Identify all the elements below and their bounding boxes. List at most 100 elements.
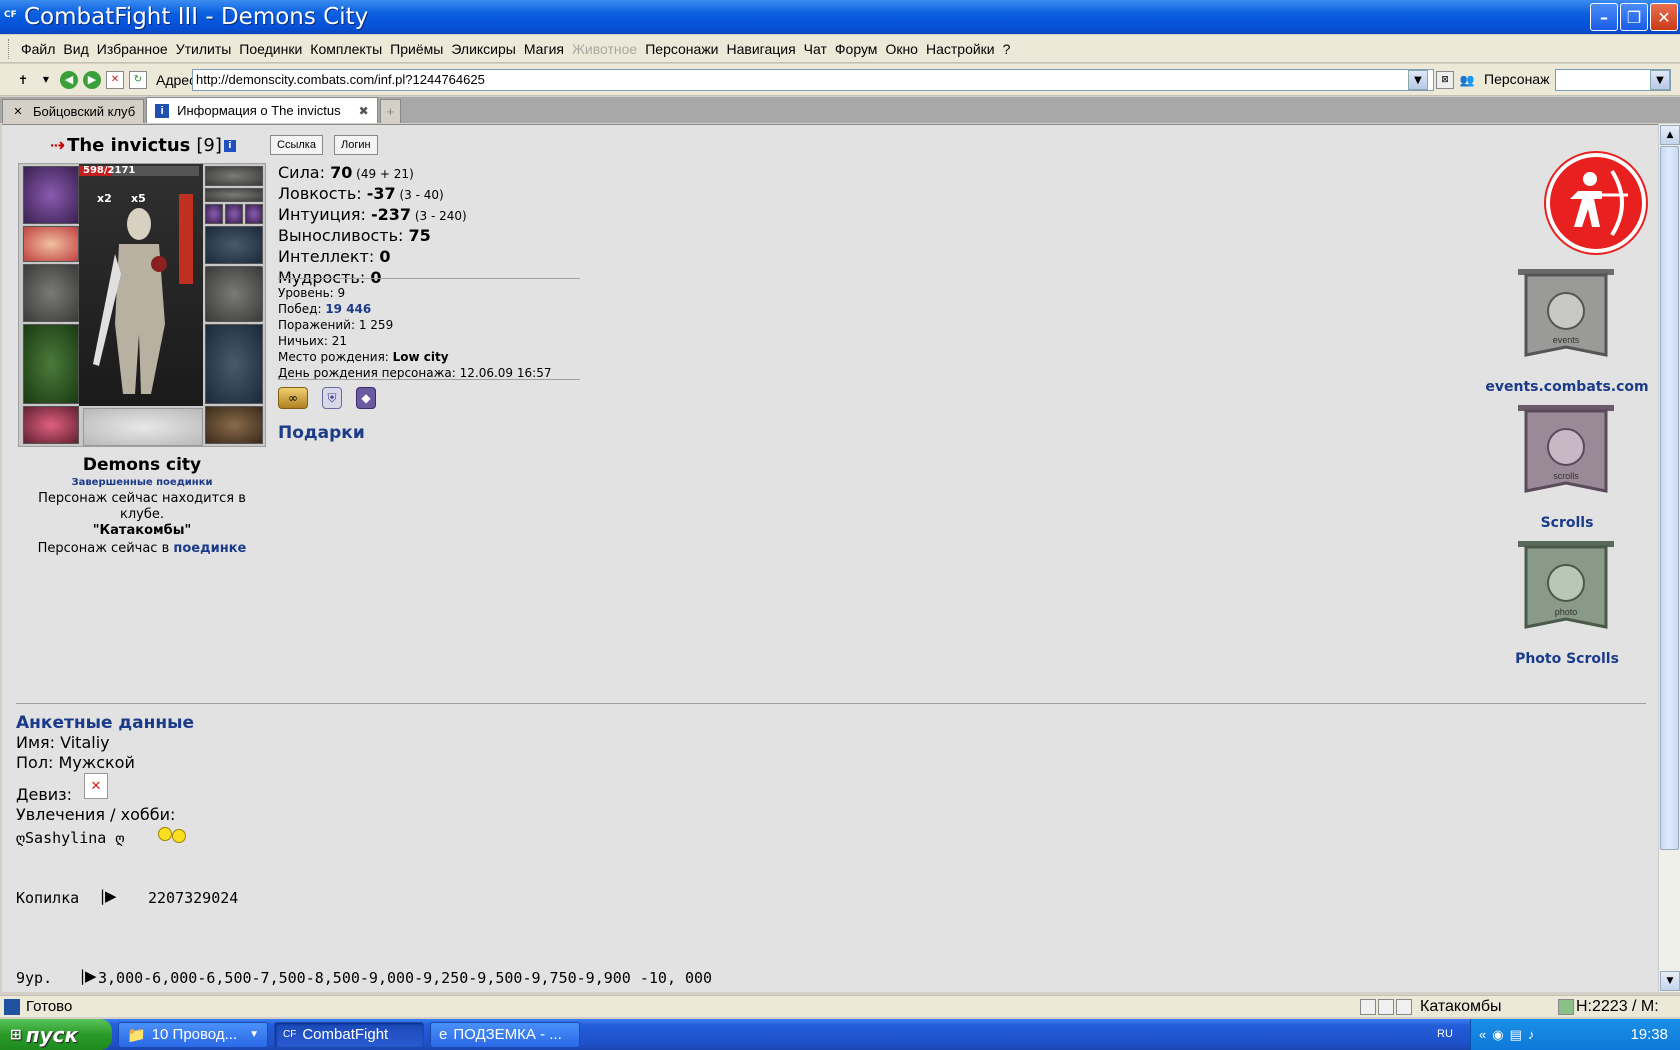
tab-close-icon[interactable]: ✖ [359,104,369,118]
shield-slot[interactable] [205,266,263,322]
menu-elixirs[interactable]: Эликсиры [447,41,520,57]
menu-characters[interactable]: Персонажи [641,41,722,57]
clan-badge-icon[interactable]: ◆ [356,387,376,409]
persona-dropdown-icon[interactable]: ▼ [1650,70,1670,90]
fight-link[interactable]: поединке [173,541,246,556]
buff-x2[interactable]: x2 [97,192,112,205]
vertical-scrollbar[interactable]: ▲ ▼ [1658,124,1680,992]
amulet-slot[interactable] [205,166,263,186]
info-label: Поражений: [278,318,359,332]
scrolls-banner[interactable]: scrolls [1516,403,1616,503]
menu-chat[interactable]: Чат [800,41,831,57]
completed-fights-link[interactable]: Завершенные поединки [18,477,266,488]
weapon-slot[interactable] [23,264,79,322]
tray-network-icon[interactable]: ▤ [1510,1027,1522,1043]
stat-label: Сила: [278,163,331,182]
menu-navigation[interactable]: Навигация [723,41,800,57]
events-link[interactable]: events.combats.com [1482,379,1652,395]
scroll-thumb[interactable] [1660,146,1679,850]
ring-slot-1[interactable] [205,204,223,224]
status-page-icon[interactable] [1378,999,1394,1015]
go-icon[interactable]: ⊠ [1436,71,1454,89]
menu-utilities[interactable]: Утилиты [172,41,236,57]
gloves-slot[interactable] [205,226,263,264]
tab-character-info[interactable]: i Информация о The invictus ✖ [146,97,378,123]
boots-slot[interactable] [205,406,263,444]
scroll-up-icon[interactable]: ▲ [1660,125,1680,145]
stop-icon[interactable]: ✕ [106,70,124,89]
status-refresh-icon[interactable] [1558,999,1574,1015]
photo-scrolls-link[interactable]: Photo Scrolls [1482,651,1652,667]
shield-badge-icon[interactable]: ⛨ [322,387,342,409]
scrolls-link[interactable]: Scrolls [1482,515,1652,531]
ring-slot-3[interactable] [245,204,263,224]
address-dropdown-icon[interactable]: ▼ [1408,70,1428,90]
profile-name: Имя: Vitaliy [16,733,110,752]
armor-slot[interactable] [23,324,79,404]
helmet-slot[interactable] [23,166,79,224]
legs-slot[interactable] [205,324,263,404]
events-banner[interactable]: events [1516,267,1616,367]
menu-window[interactable]: Окно [881,41,922,57]
maximize-button[interactable]: ❐ [1620,3,1648,31]
buff-x5[interactable]: x5 [131,192,146,205]
dropdown-arrow-icon[interactable]: ▼ [37,71,55,89]
persona-select[interactable]: ▼ [1555,69,1671,91]
login-button[interactable]: Логин [334,135,378,155]
taskbar-item-explorer[interactable]: 📁 10 Провод... ▼ [118,1021,268,1048]
archer-logo-icon[interactable] [1546,153,1646,253]
tray-volume-icon[interactable]: ♪ [1528,1027,1535,1042]
status-lock-icon[interactable] [1396,999,1412,1015]
char-info-icon[interactable]: i [223,139,236,152]
scroll-down-icon[interactable]: ▼ [1660,971,1680,991]
link-button[interactable]: Ссылка [270,135,323,155]
minimize-button[interactable]: – [1590,3,1618,31]
belt-slot[interactable] [23,406,79,444]
info-value[interactable]: 19 446 [325,302,371,316]
info-value: 1 259 [358,318,394,332]
taskbar-item-combatfight[interactable]: CF CombatFight [274,1021,424,1048]
address-input[interactable]: http://demonscity.combats.com/inf.pl?124… [192,69,1434,91]
refresh-icon[interactable]: ↻ [129,70,147,89]
ring-slot-2[interactable] [225,204,243,224]
tray-arrow-icon[interactable]: « [1479,1027,1486,1042]
address-toolbar: ✝ ▼ ◀ ▶ ✕ ↻ Адрес http://demonscity.comb… [0,64,1680,96]
gifts-link[interactable]: Подарки [278,423,365,443]
earring-slot[interactable] [205,188,263,202]
menu-file[interactable]: Файл [17,41,59,57]
menu-sets[interactable]: Комплекты [306,41,386,57]
menu-settings[interactable]: Настройки [922,41,999,57]
menu-favorites[interactable]: Избранное [93,41,172,57]
start-button[interactable]: ⊞ пуск [0,1019,112,1050]
smiley-icon [158,827,172,841]
location-block: Персонаж сейчас находится в клубе. "Ката… [18,491,266,557]
arrow-icon: ⇢ [50,135,66,156]
photo-scrolls-banner[interactable]: photo [1516,539,1616,639]
status-clock-icon[interactable] [1360,999,1376,1015]
language-indicator[interactable]: RU [1437,1028,1453,1040]
bracers-slot[interactable] [23,226,79,262]
tray-app-icon[interactable]: ◉ [1492,1027,1503,1043]
info-draws: Ничьих: 21 [278,333,551,349]
rings-badge-icon[interactable]: ∞ [278,387,308,409]
piggy-label: Копилка [16,889,80,907]
menu-help[interactable]: ? [999,41,1015,57]
toolbar-grip[interactable] [8,38,11,59]
close-button[interactable]: ✕ [1650,3,1678,31]
forward-icon[interactable]: ▶ [83,70,101,89]
menu-techniques[interactable]: Приёмы [386,41,447,57]
menu-fights[interactable]: Поединки [235,41,306,57]
menu-forum[interactable]: Форум [831,41,882,57]
menu-magic[interactable]: Магия [520,41,568,57]
new-tab-button[interactable]: + [379,99,402,123]
tab-label: Бойцовский клуб [33,104,136,119]
taskbar-item-browser[interactable]: e ПОДЗЕМКА - ... [430,1021,580,1048]
character-name: The invictus [67,135,191,156]
back-icon[interactable]: ◀ [60,70,78,89]
tab-fight-club[interactable]: ✕ Бойцовский клуб [2,99,145,123]
menu-view[interactable]: Вид [59,41,92,57]
task-label: 10 Провод... [151,1026,238,1043]
pin-icon[interactable]: ✝ [14,71,32,89]
users-icon[interactable]: 👥 [1458,71,1476,89]
info-value: 21 [331,334,348,348]
